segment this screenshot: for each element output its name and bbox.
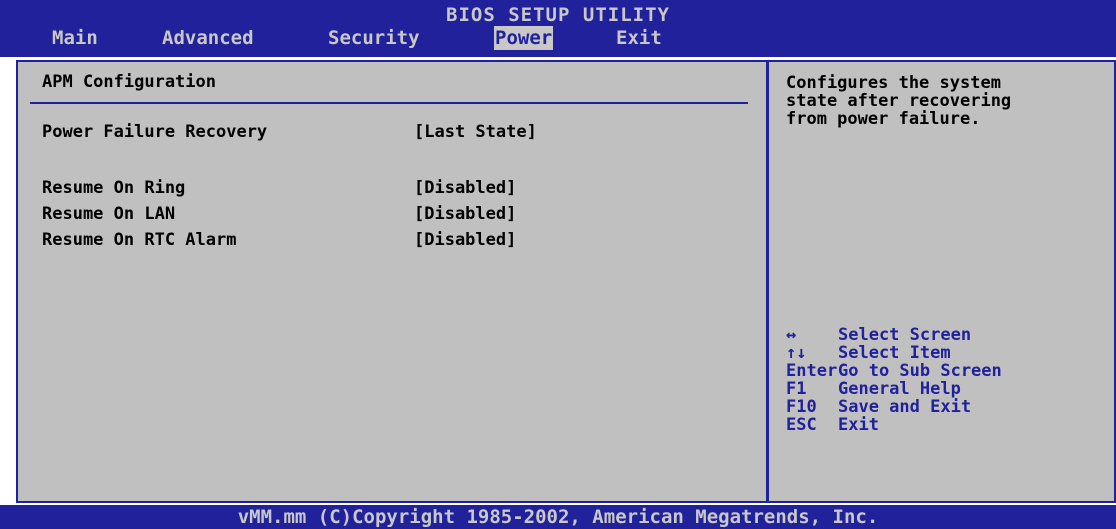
- setting-resume-on-ring-value[interactable]: [Disabled]: [414, 178, 516, 198]
- key-description: Save and Exit: [838, 397, 972, 417]
- setting-resume-on-lan-value[interactable]: [Disabled]: [414, 204, 516, 224]
- bios-title: BIOS SETUP UTILITY: [446, 4, 670, 26]
- key-help-go-to-sub-screen: EnterGo to Sub Screen: [786, 362, 1002, 380]
- setting-resume-on-lan-label[interactable]: Resume On LAN: [42, 204, 175, 224]
- key-label: F1: [786, 379, 807, 399]
- key-label: F10: [786, 397, 817, 417]
- key-description: General Help: [838, 379, 961, 399]
- key-description: Select Screen: [838, 325, 972, 345]
- setting-resume-on-ring-label[interactable]: Resume On Ring: [42, 178, 185, 198]
- key-label: Enter: [786, 361, 838, 381]
- key-description: Go to Sub Screen: [838, 361, 1002, 381]
- menu-tab-advanced[interactable]: Advanced: [162, 26, 254, 50]
- menu-tab-main[interactable]: Main: [52, 26, 98, 50]
- section-rule: [30, 102, 748, 104]
- panel-divider: [766, 60, 769, 503]
- setting-power-failure-recovery-value[interactable]: [Last State]: [414, 122, 537, 142]
- key-label: ↑↓: [786, 343, 807, 363]
- key-label: ESC: [786, 415, 817, 435]
- menu-tab-security[interactable]: Security: [328, 26, 420, 50]
- section-title: APM Configuration: [42, 72, 216, 92]
- menu-tab-exit[interactable]: Exit: [616, 26, 662, 50]
- top-menu-bar: BIOS SETUP UTILITY Main Advanced Securit…: [0, 0, 1116, 57]
- key-label: ↔: [786, 325, 797, 345]
- key-description: Select Item: [838, 343, 951, 363]
- key-help-exit: ESC Exit: [786, 416, 879, 434]
- menu-tab-power[interactable]: Power: [494, 26, 554, 50]
- key-help-select-screen: ↔ Select Screen: [786, 326, 971, 344]
- key-help-select-item: ↑↓ Select Item: [786, 344, 951, 362]
- copyright-footer: vMM.mm (C)Copyright 1985-2002, American …: [0, 505, 1116, 529]
- setting-resume-on-rtc-alarm-value[interactable]: [Disabled]: [414, 230, 516, 250]
- key-help-general-help: F1 General Help: [786, 380, 961, 398]
- help-description: Configures the system state after recove…: [786, 73, 1012, 129]
- setting-power-failure-recovery-label[interactable]: Power Failure Recovery: [42, 122, 267, 142]
- setting-resume-on-rtc-alarm-label[interactable]: Resume On RTC Alarm: [42, 230, 236, 250]
- key-help-save-and-exit: F10 Save and Exit: [786, 398, 971, 416]
- key-description: Exit: [838, 415, 879, 435]
